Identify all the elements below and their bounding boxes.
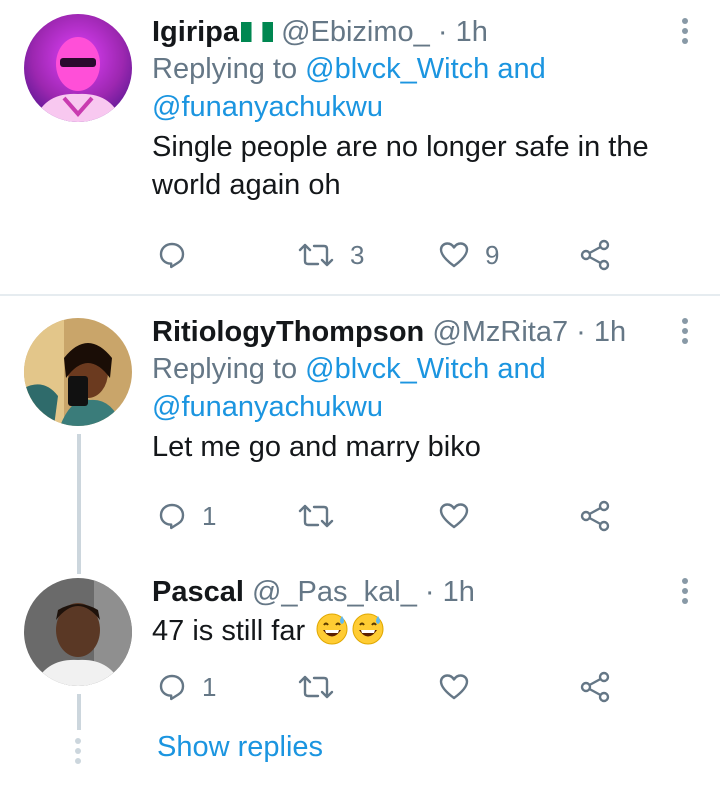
like-button[interactable]: 9 [439, 235, 499, 275]
tweet-actions: 1 [152, 496, 632, 536]
tweet-header: RitiologyThompson @MzRita7 · 1h [152, 314, 660, 350]
mention-link[interactable]: @funanyachukwu [152, 391, 383, 423]
handle[interactable]: @MzRita7 [432, 316, 568, 348]
thread-line [77, 434, 81, 574]
replying-to: Replying to @blvck_Witch and @funanyachu… [152, 50, 660, 126]
reply-button[interactable]: 1 [158, 496, 216, 536]
retweet-button[interactable] [298, 496, 350, 536]
retweet-count: 3 [350, 239, 365, 270]
retweet-icon [298, 243, 334, 267]
tweet-header: Igiripa @Ebizimo_ · 1h [152, 14, 660, 50]
display-name[interactable]: Pascal [152, 576, 244, 608]
reply-button[interactable]: 1 [158, 667, 216, 707]
tweet-text-line: Single people are no longer safe in the [152, 131, 649, 163]
like-count: 9 [485, 239, 500, 270]
share-icon [580, 500, 610, 532]
display-name[interactable]: RitiologyThompson [152, 316, 424, 348]
separator-dot: · [437, 16, 448, 48]
display-name[interactable]: Igiripa [152, 16, 239, 48]
share-button[interactable] [580, 667, 610, 707]
tweet-1[interactable]: Igiripa @Ebizimo_ · 1h Replying to @blvc… [0, 0, 720, 295]
retweet-button[interactable] [298, 667, 350, 707]
nigeria-flag-icon [241, 17, 274, 42]
heart-icon [439, 674, 469, 700]
mention-link[interactable]: @blvck_Witch [305, 353, 489, 385]
timestamp[interactable]: 1h [594, 316, 626, 348]
avatar[interactable] [24, 14, 132, 122]
separator-dot: · [424, 576, 435, 608]
tweet-actions: 1 [152, 667, 632, 707]
thread-continuation-dots [75, 738, 81, 764]
more-options-icon[interactable] [680, 578, 690, 604]
tweet-actions: 3 9 [152, 235, 632, 275]
grinning-sweat-emoji-icon [351, 612, 385, 646]
reply-count: 1 [202, 671, 217, 702]
heart-icon [439, 503, 469, 529]
tweet-text: Single people are no longer safe in the … [152, 128, 660, 204]
retweet-button[interactable]: 3 [298, 235, 364, 275]
reply-count: 1 [202, 500, 217, 531]
reply-icon [159, 503, 185, 530]
tweet-text-line: world again oh [152, 169, 341, 201]
handle[interactable]: @Ebizimo_ [281, 16, 430, 48]
share-button[interactable] [580, 496, 610, 536]
show-replies-link[interactable]: Show replies [157, 731, 323, 764]
and-label: and [497, 353, 546, 385]
reply-icon [159, 674, 185, 701]
thread-line [77, 694, 81, 730]
tweet-header: Pascal @_Pas_kal_ · 1h [152, 574, 660, 610]
tweet-text: Let me go and marry biko [152, 431, 481, 463]
share-icon [580, 239, 610, 271]
tweet-text-body: 47 is still far [152, 615, 306, 647]
avatar[interactable] [24, 578, 132, 686]
tweet-3[interactable]: Pascal @_Pas_kal_ · 1h 47 is still far 1 [0, 560, 720, 789]
tweet-text: 47 is still far [152, 612, 660, 650]
separator-dot: · [576, 316, 586, 348]
and-label: and [497, 53, 546, 85]
tweet-2[interactable]: RitiologyThompson @MzRita7 · 1h Replying… [0, 296, 720, 574]
like-button[interactable] [439, 496, 485, 536]
heart-icon [439, 242, 469, 268]
reply-icon [159, 242, 185, 269]
replying-prefix: Replying to [152, 53, 298, 85]
reply-button[interactable] [158, 235, 202, 275]
replying-to: Replying to @blvck_Witch and @funanyachu… [152, 350, 660, 426]
mention-link[interactable]: @funanyachukwu [152, 91, 383, 123]
avatar[interactable] [24, 318, 132, 426]
retweet-icon [298, 675, 334, 699]
share-button[interactable] [580, 235, 610, 275]
replying-prefix: Replying to [152, 353, 298, 385]
timestamp[interactable]: 1h [443, 576, 475, 608]
mention-link[interactable]: @blvck_Witch [305, 53, 489, 85]
grinning-sweat-emoji-icon [315, 612, 349, 646]
retweet-icon [298, 504, 334, 528]
handle[interactable]: @_Pas_kal_ [252, 576, 417, 608]
like-button[interactable] [439, 667, 485, 707]
more-options-icon[interactable] [680, 318, 690, 344]
timestamp[interactable]: 1h [456, 16, 488, 48]
more-options-icon[interactable] [680, 18, 690, 44]
share-icon [580, 671, 610, 703]
